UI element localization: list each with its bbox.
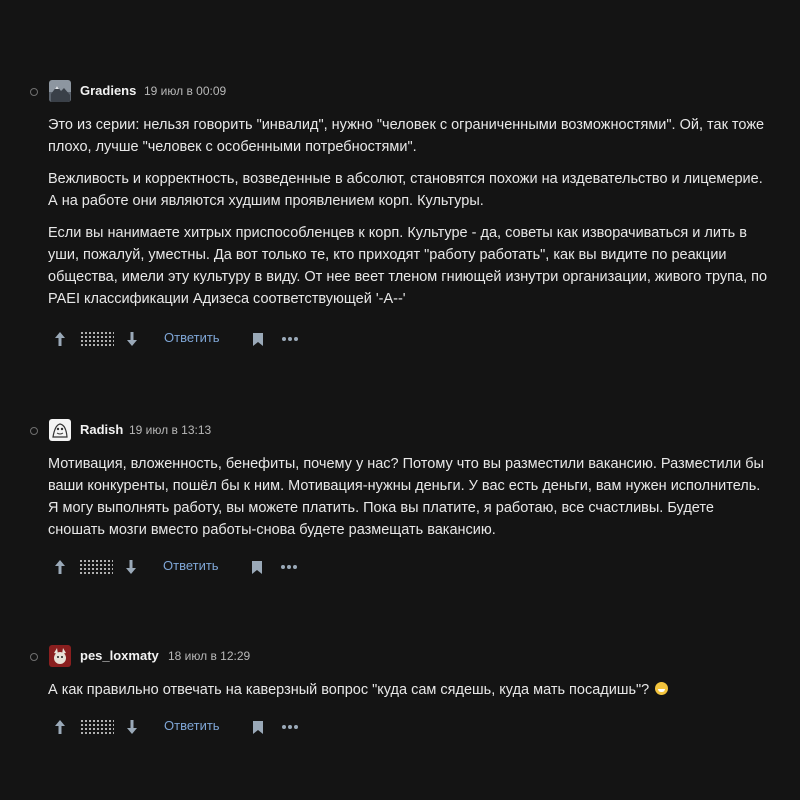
comment-header: Radish 19 июл в 13:13 <box>0 419 800 443</box>
bookmark-icon[interactable] <box>251 327 265 351</box>
timestamp[interactable]: 19 июл в 13:13 <box>129 423 211 437</box>
comment-body: А как правильно отвечать на каверзный во… <box>48 679 768 701</box>
grinning-face-emoji <box>655 682 669 695</box>
arrow-up-icon[interactable] <box>52 555 68 579</box>
arrow-up-icon[interactable] <box>52 327 68 351</box>
score-hidden <box>80 331 114 347</box>
arrow-down-icon[interactable] <box>124 715 140 739</box>
comment-header: Gradiens 19 июл в 00:09 <box>0 80 800 104</box>
comment-header: pes_loxmaty 18 июл в 12:29 <box>0 645 800 669</box>
reply-button[interactable]: Ответить <box>164 330 220 345</box>
comment-body: Это из серии: нельзя говорить "инвалид",… <box>48 114 768 310</box>
thread-dot-icon[interactable] <box>30 427 38 435</box>
arrow-up-icon[interactable] <box>52 715 68 739</box>
comment-text: А как правильно отвечать на каверзный во… <box>48 682 650 698</box>
more-dots-icon[interactable] <box>279 555 299 579</box>
bookmark-icon[interactable] <box>251 715 265 739</box>
score-hidden <box>80 719 114 735</box>
timestamp[interactable]: 18 июл в 12:29 <box>168 649 250 663</box>
reply-button[interactable]: Ответить <box>164 718 220 733</box>
avatar[interactable] <box>49 80 71 102</box>
avatar[interactable] <box>49 419 71 441</box>
thread-dot-icon[interactable] <box>30 653 38 661</box>
comment-actions: Ответить <box>48 327 348 351</box>
more-dots-icon[interactable] <box>280 327 300 351</box>
comment-actions: Ответить <box>48 555 348 579</box>
username[interactable]: Gradiens <box>80 83 136 98</box>
reply-button[interactable]: Ответить <box>163 558 219 573</box>
arrow-down-icon[interactable] <box>123 555 139 579</box>
username[interactable]: Radish <box>80 422 123 437</box>
arrow-down-icon[interactable] <box>124 327 140 351</box>
score-hidden <box>79 559 113 575</box>
comment-paragraph: Если вы нанимаете хитрых приспособленцев… <box>48 225 768 307</box>
comment-body: Мотивация, вложенность, бенефиты, почему… <box>48 453 768 541</box>
comment-paragraph: Вежливость и корректность, возведенные в… <box>48 171 763 209</box>
more-dots-icon[interactable] <box>280 715 300 739</box>
comment-paragraph: Это из серии: нельзя говорить "инвалид",… <box>48 117 765 155</box>
comments-feed: Gradiens 19 июл в 00:09 Это из серии: не… <box>0 0 800 800</box>
comment-paragraph: Мотивация, вложенность, бенефиты, почему… <box>48 456 764 538</box>
avatar[interactable] <box>49 645 71 667</box>
timestamp[interactable]: 19 июл в 00:09 <box>144 84 226 98</box>
comment-actions: Ответить <box>48 715 348 739</box>
comment-paragraph: А как правильно отвечать на каверзный во… <box>48 679 768 701</box>
username[interactable]: pes_loxmaty <box>80 648 159 663</box>
bookmark-icon[interactable] <box>250 555 264 579</box>
thread-dot-icon[interactable] <box>30 88 38 96</box>
